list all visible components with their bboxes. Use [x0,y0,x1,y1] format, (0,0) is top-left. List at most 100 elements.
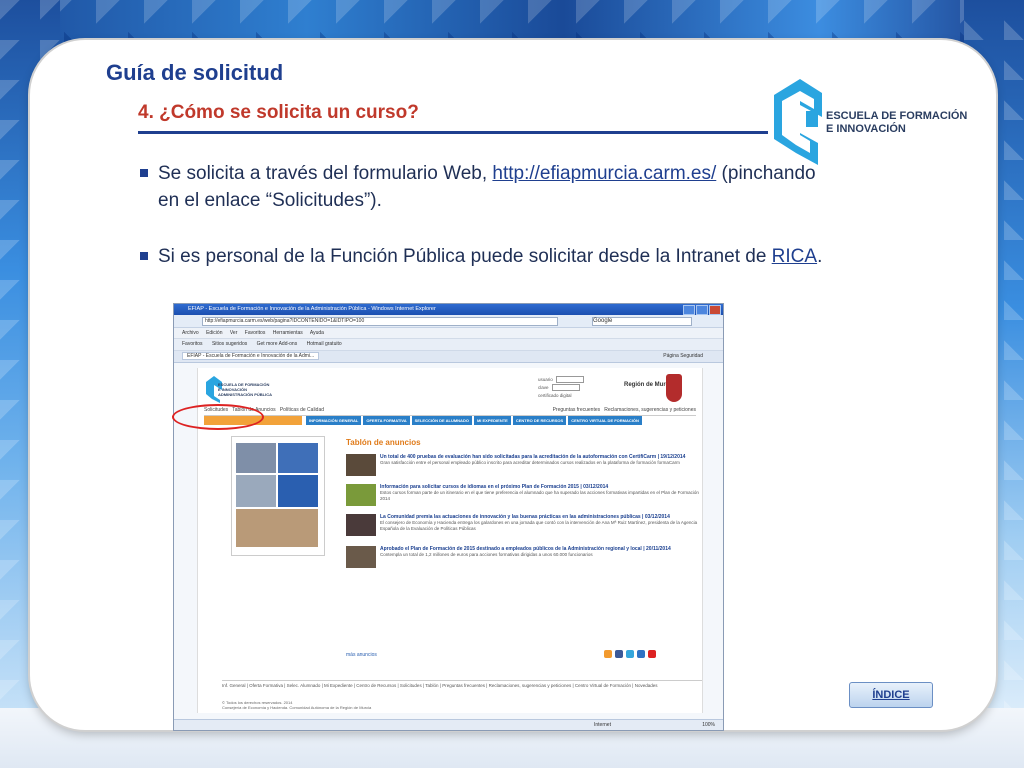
bullet-2-text: Si es personal de la Función Pública pue… [158,243,830,270]
highlight-circle [172,404,264,430]
youtube-icon[interactable] [648,650,656,658]
link-reclamaciones[interactable]: Reclamaciones, sugerencias y peticiones [604,407,696,413]
indice-button[interactable]: ÍNDICE [849,682,933,708]
nav-seleccion[interactable]: SELECCIÓN DE ALUMNADO [411,416,472,425]
news-thumb [346,454,376,476]
news-desc: Contempla un total de 1,2 millones de eu… [380,552,593,557]
login-pass-input[interactable] [551,384,580,392]
fav-add-ons[interactable]: Get more Add-ons [257,341,298,347]
collage-photo [278,443,318,473]
bullet-2: Si es personal de la Función Pública pue… [140,243,830,270]
link-calidad[interactable]: Políticas de Calidad [280,407,324,413]
news-desc: Estos cursos forman parte de un itinerar… [380,490,699,501]
news-item[interactable]: Información para solicitar cursos de idi… [346,484,706,506]
collage-photo [236,509,318,547]
close-icon[interactable] [709,305,721,315]
cert-link[interactable]: certificado digital [538,392,584,400]
login-user-input[interactable] [555,376,584,384]
window-controls [683,305,721,315]
status-zone: Internet [594,722,611,728]
bullet-2-tail: . [817,246,823,267]
collage-photo [236,475,276,507]
efiap-webpage: ESCUELA DE FORMACIÓN E INNOVACIÓN ADMINI… [197,368,703,713]
bullet-square-icon [140,252,148,260]
news-desc: Gran satisfacción entre el personal empl… [380,460,680,465]
bullet-2-lead: Si es personal de la Función Pública pue… [158,246,772,267]
site-footer-links[interactable]: Inf. General | Oferta Formativa | Selec.… [222,680,702,689]
tool-seguridad[interactable]: Seguridad [680,353,703,359]
login-pass-label: clave [538,385,549,390]
bullet-square-icon [140,169,148,177]
efiap-link[interactable]: http://efiapmurcia.carm.es/ [492,163,716,184]
login-box: usuario clave certificado digital [538,376,584,400]
nav-info-general[interactable]: INFORMACIÓN GENERAL [306,416,362,425]
fav-sitios-sugeridos[interactable]: Sitios sugeridos [212,341,247,347]
bullet-1-lead: Se solicita a través del formulario Web, [158,163,493,184]
photo-collage [231,436,325,556]
slide-subtitle: 4. ¿Cómo se solicita un curso? [138,102,419,123]
facebook-icon[interactable] [615,650,623,658]
title-divider [138,131,768,134]
news-item[interactable]: La Comunidad premia las actuaciones de i… [346,514,706,536]
site-logo-text: ESCUELA DE FORMACIÓN E INNOVACIÓN ADMINI… [218,382,272,397]
ie-address-bar: http://efiapmurcia.carm.es/web/pagina?ID… [174,315,723,328]
menu-ver[interactable]: Ver [230,330,238,336]
ie-favorites-bar: Favoritos Sitios sugeridos Get more Add-… [174,339,723,351]
news-item[interactable]: Un total de 400 pruebas de evaluación ha… [346,454,706,476]
news-item[interactable]: Aprobado el Plan de Formación de 2015 de… [346,546,706,568]
ie-active-tab[interactable]: EFIAP - Escuela de Formación e Innovació… [182,352,320,360]
ie-tab-bar: EFIAP - Escuela de Formación e Innovació… [174,351,723,363]
nav-recursos[interactable]: CENTRO DE RECURSOS [512,416,567,425]
fav-favoritos[interactable]: Favoritos [182,341,203,347]
top-links-right: Preguntas frecuentes Reclamaciones, suge… [553,406,696,415]
search-input[interactable]: Google [592,317,692,326]
link-preguntas[interactable]: Preguntas frecuentes [553,407,601,413]
bullet-1: Se solicita a través del formulario Web,… [140,160,830,214]
copyright-line-2: Consejería de Economía y Hacienda. Comun… [222,705,372,710]
address-input[interactable]: http://efiapmurcia.carm.es/web/pagina?ID… [202,317,558,326]
site-top-links: Solicitudes Tablón de Anuncios Políticas… [204,406,696,416]
ie-menubar: Archivo Edición Ver Favoritos Herramient… [174,328,723,339]
news-date: 20/11/2014 [646,546,671,552]
browser-screenshot: EFIAP - Escuela de Formación e Innovació… [173,303,724,731]
bullet-1-text: Se solicita a través del formulario Web,… [158,160,830,214]
fav-hotmail[interactable]: Hotmail gratuito [307,341,342,347]
ie-titlebar: EFIAP - Escuela de Formación e Innovació… [174,304,723,315]
menu-edicion[interactable]: Edición [206,330,222,336]
ie-statusbar: Internet 100% [174,719,723,730]
nav-expediente[interactable]: MI EXPEDIENTE [473,416,511,425]
news-thumb [346,514,376,536]
slide-title: Guía de solicitud [106,60,284,85]
more-news-link[interactable]: más anuncios [346,652,377,658]
search-placeholder: Google [593,318,613,324]
nav-oferta[interactable]: OFERTA FORMATIVA [363,416,410,425]
logo-line-1: ESCUELA DE FORMACIÓN [826,110,968,122]
news-thumb [346,546,376,568]
logo-line-2: E INNOVACIÓN [826,123,906,135]
social-icons [604,650,656,658]
menu-archivo[interactable]: Archivo [182,330,199,336]
site-copyright: © Todos los derechos reservados. 2014 Co… [222,700,371,710]
friendfeed-icon[interactable] [637,650,645,658]
board-title: Tablón de anuncios [346,438,421,447]
news-thumb [346,484,376,506]
logo-text: ESCUELA DE FORMACIÓN E INNOVACIÓN [826,110,967,136]
site-logo-line-3: ADMINISTRACIÓN PÚBLICA [218,392,272,397]
news-desc: El consejero de Economía y Hacienda entr… [380,520,698,531]
menu-ayuda[interactable]: Ayuda [310,330,324,336]
minimize-icon[interactable] [683,305,695,315]
collage-photo [236,443,276,473]
ie-window-title: EFIAP - Escuela de Formación e Innovació… [188,306,436,312]
rica-link[interactable]: RICA [772,246,817,267]
maximize-icon[interactable] [696,305,708,315]
nav-centro-virtual[interactable]: CENTRO VIRTUAL DE FORMACIÓN [568,416,642,425]
login-user-label: usuario [538,377,553,382]
rss-icon[interactable] [604,650,612,658]
twitter-icon[interactable] [626,650,634,658]
tool-pagina[interactable]: Página [663,353,679,359]
menu-favoritos[interactable]: Favoritos [245,330,266,336]
status-zoom[interactable]: 100% [702,720,715,730]
murcia-shield-icon [666,374,682,402]
ie-tools: Página Seguridad [663,351,703,362]
menu-herramientas[interactable]: Herramientas [273,330,303,336]
